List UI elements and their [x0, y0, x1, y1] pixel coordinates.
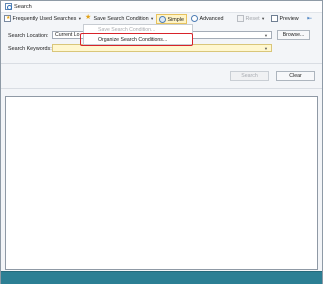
pin-icon[interactable]: ⇤ [307, 14, 312, 24]
search-location-label: Search Location: [8, 33, 49, 39]
simple-mode-button[interactable]: Simple [156, 14, 187, 24]
advanced-search-icon [191, 14, 198, 22]
save-star-icon: ★ [85, 13, 92, 21]
search-results-pane[interactable] [5, 96, 318, 270]
search-button[interactable]: Search [230, 71, 269, 81]
search-app-icon [5, 3, 12, 10]
clear-button[interactable]: Clear [276, 71, 315, 81]
preview-icon [271, 14, 278, 22]
chevron-down-icon: ▼ [150, 16, 155, 21]
preview-button[interactable]: Preview [271, 14, 299, 24]
reset-button[interactable]: Reset ▼ [237, 14, 265, 24]
browse-button[interactable]: Browse... [277, 30, 310, 40]
save-search-condition-label: Save Search Condition [93, 16, 149, 22]
advanced-mode-button[interactable]: Advanced [191, 14, 223, 24]
red-highlight-box [80, 33, 193, 46]
star-list-icon: ★ [4, 14, 11, 22]
chevron-down-icon: ▼ [261, 16, 266, 21]
chevron-down-icon: ▼ [77, 16, 82, 21]
reset-label: Reset [245, 16, 260, 22]
reset-icon [237, 14, 244, 22]
chevron-down-icon[interactable]: ▼ [264, 33, 268, 38]
search-keywords-label: Search Keywords: [8, 46, 52, 52]
simple-search-icon [159, 15, 166, 23]
frequent-searches-label: Frequently Used Searches [12, 16, 77, 22]
simple-mode-label: Simple [167, 17, 184, 23]
title-bar: Search [1, 1, 322, 13]
advanced-mode-label: Advanced [199, 16, 224, 22]
window-title: Search [14, 3, 32, 10]
divider [1, 88, 322, 89]
save-search-condition-button[interactable]: ★ Save Search Condition ▼ [85, 14, 154, 24]
divider [1, 63, 322, 64]
preview-label: Preview [279, 16, 299, 22]
chevron-down-icon[interactable]: ▼ [264, 46, 268, 51]
status-bar [1, 271, 322, 284]
frequent-searches-button[interactable]: ★ Frequently Used Searches ▼ [4, 14, 82, 24]
